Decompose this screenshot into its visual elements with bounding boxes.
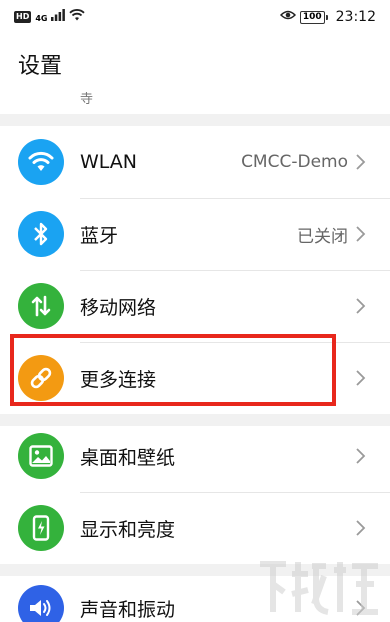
- chevron-right-icon: [356, 448, 366, 464]
- settings-item-label: 蓝牙: [80, 224, 119, 247]
- settings-screen: HD 4G 100 23:12 设置 寺 WLAN CMCC-Demo 蓝牙 已…: [0, 0, 390, 622]
- clock: 23:12: [335, 9, 376, 25]
- settings-item-mobile-network[interactable]: 移动网络: [0, 270, 390, 342]
- chevron-right-icon: [356, 226, 366, 242]
- signal-icon: [51, 9, 66, 25]
- network-type-label: 4G: [35, 14, 48, 23]
- battery-level: 100: [299, 10, 325, 24]
- settings-item-label: 桌面和壁纸: [80, 446, 176, 469]
- section-divider: [0, 114, 390, 126]
- mobile-data-icon: [18, 283, 64, 329]
- wallpaper-icon: [18, 433, 64, 479]
- status-bar: HD 4G 100 23:12: [0, 0, 390, 34]
- sound-icon: [18, 585, 64, 622]
- wifi-icon: [18, 139, 64, 185]
- eye-icon: [279, 9, 296, 25]
- search-hint[interactable]: 寺: [80, 88, 93, 107]
- settings-item-label: 移动网络: [80, 296, 157, 319]
- chevron-right-icon: [356, 154, 366, 170]
- chevron-right-icon: [356, 298, 366, 314]
- display-icon: [18, 505, 64, 551]
- wifi-status-icon: [69, 9, 86, 25]
- hd-badge: HD: [14, 11, 32, 23]
- chevron-right-icon: [356, 370, 366, 386]
- settings-item-label: 声音和振动: [80, 598, 176, 621]
- settings-item-value: CMCC-Demo: [241, 152, 348, 172]
- settings-item-label: WLAN: [80, 151, 138, 173]
- watermark-logo: [260, 561, 378, 615]
- chevron-right-icon: [356, 520, 366, 536]
- settings-item-wlan[interactable]: WLAN CMCC-Demo: [0, 126, 390, 198]
- settings-item-wallpaper[interactable]: 桌面和壁纸: [0, 420, 390, 492]
- settings-item-bluetooth[interactable]: 蓝牙 已关闭: [0, 198, 390, 270]
- status-right: 100 23:12: [279, 9, 376, 25]
- bluetooth-icon: [18, 211, 64, 257]
- status-left: HD 4G: [14, 9, 86, 25]
- settings-item-label: 显示和亮度: [80, 518, 176, 541]
- page-title: 设置: [18, 54, 63, 79]
- highlight-box: [10, 334, 336, 406]
- settings-item-value: 已关闭: [297, 226, 348, 247]
- battery-icon: 100: [299, 10, 328, 24]
